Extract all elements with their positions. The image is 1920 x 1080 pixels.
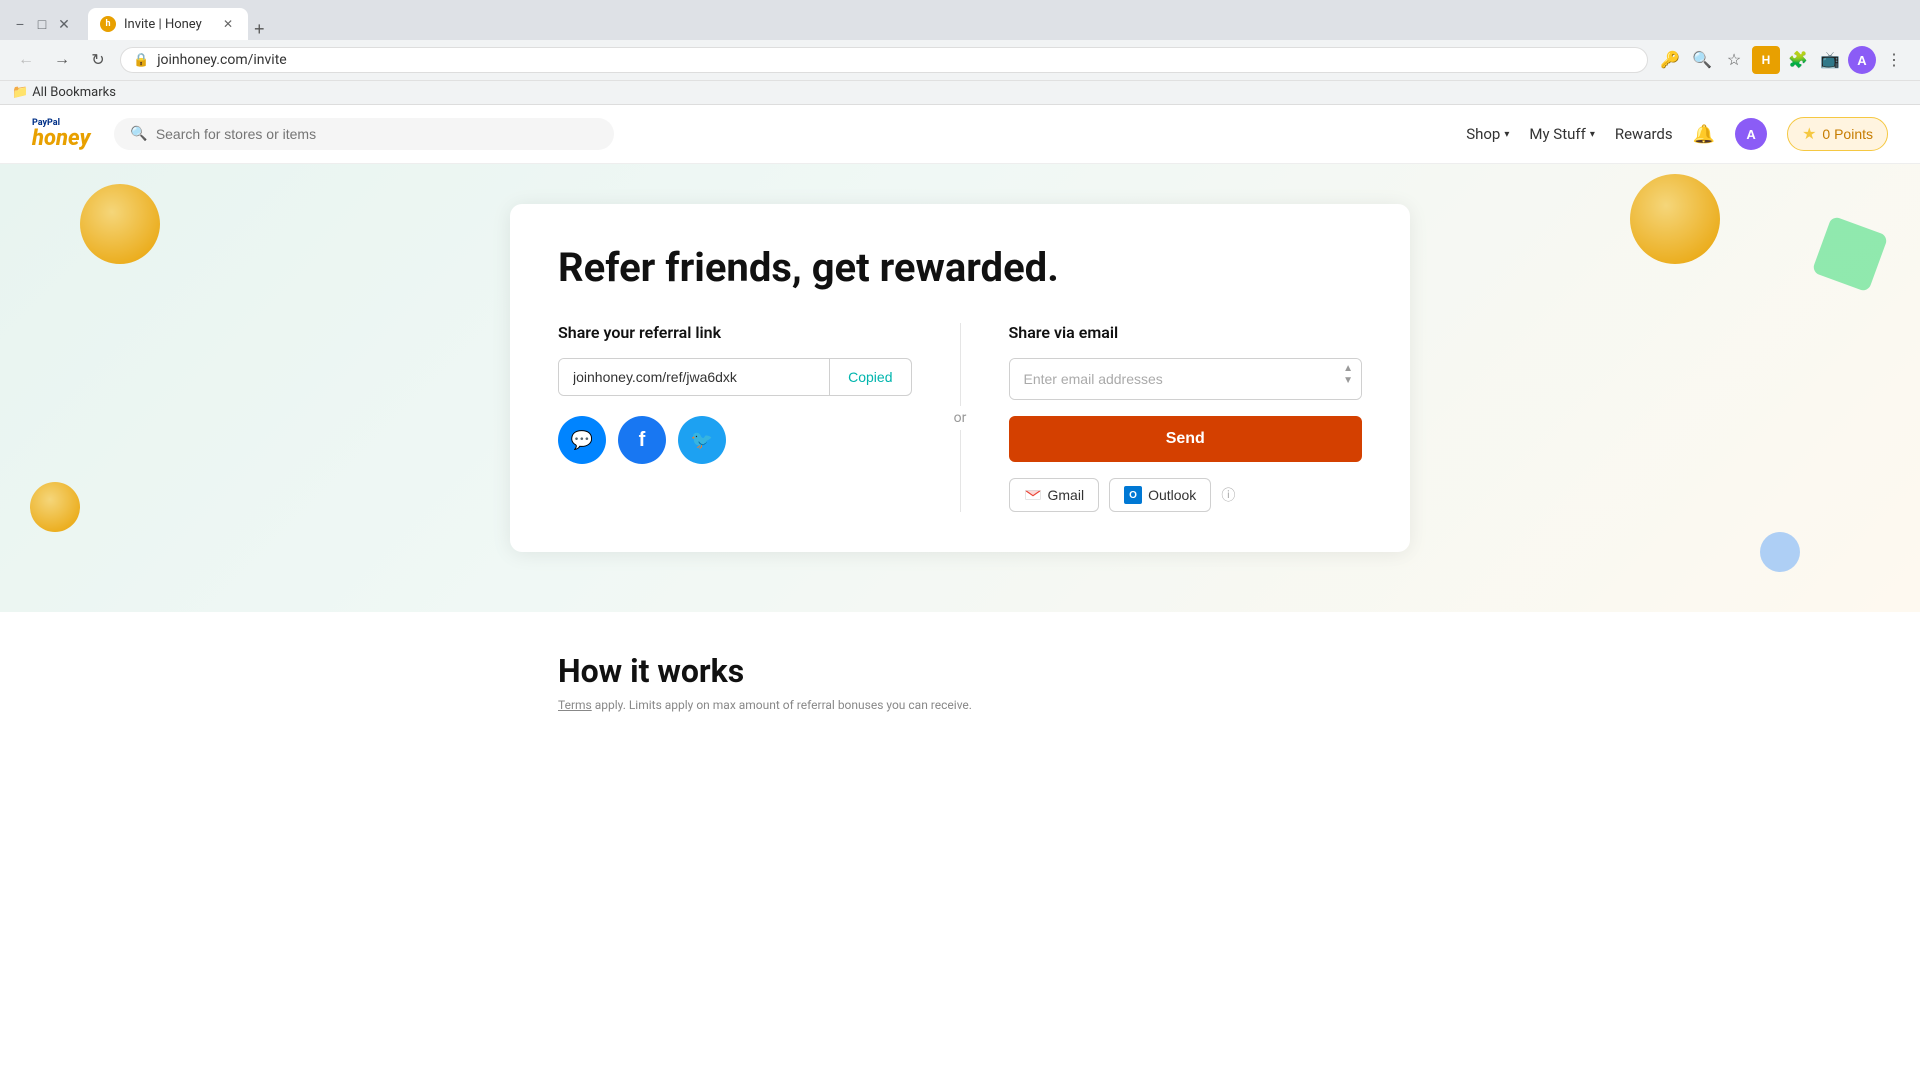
- tab-bar: h Invite | Honey ✕ +: [88, 8, 1908, 40]
- mystuff-chevron-icon: ▾: [1590, 129, 1595, 140]
- active-tab[interactable]: h Invite | Honey ✕: [88, 8, 248, 40]
- gmail-icon: [1024, 486, 1042, 504]
- honey-logo[interactable]: PayPal honey: [32, 119, 90, 150]
- deco-circle: [1760, 532, 1800, 572]
- browser-chrome: − □ ✕ h Invite | Honey ✕ + ← → ↻ 🔒 joinh…: [0, 0, 1920, 105]
- profile-button[interactable]: A: [1848, 46, 1876, 74]
- user-avatar-button[interactable]: A: [1735, 118, 1767, 150]
- nav-actions: Shop ▾ My Stuff ▾ Rewards 🔔 A ★ 0 Points: [1466, 117, 1888, 151]
- how-it-works-section: How it works Terms apply. Limits apply o…: [510, 612, 1410, 732]
- coin-decoration-3: [1630, 174, 1720, 264]
- share-sections-wrapper: Share your referral link Copied 💬 f: [558, 323, 1362, 512]
- tab-close-button[interactable]: ✕: [220, 16, 236, 32]
- coin-decoration-2: [30, 482, 80, 532]
- shop-chevron-icon: ▾: [1504, 129, 1509, 140]
- email-options: Gmail O Outlook ⓘ: [1009, 478, 1363, 512]
- page-wrapper: PayPal honey 🔍 Shop ▾ My Stuff ▾ Rewards…: [0, 105, 1920, 885]
- lock-icon: 🔒: [133, 53, 149, 68]
- menu-icon[interactable]: ⋮: [1880, 46, 1908, 74]
- zoom-icon[interactable]: 🔍: [1688, 46, 1716, 74]
- share-link-section: Share your referral link Copied 💬 f: [558, 323, 961, 512]
- social-icons: 💬 f 🐦: [558, 416, 912, 464]
- twitter-share-button[interactable]: 🐦: [678, 416, 726, 464]
- key-icon[interactable]: 🔑: [1656, 46, 1684, 74]
- shop-link[interactable]: Shop ▾: [1466, 125, 1509, 143]
- referral-url-input[interactable]: [559, 359, 829, 395]
- star-icon[interactable]: ☆: [1720, 46, 1748, 74]
- copy-button[interactable]: Copied: [829, 359, 910, 395]
- gmail-label: Gmail: [1048, 487, 1085, 503]
- bookmarks-label[interactable]: All Bookmarks: [32, 85, 116, 100]
- terms-note-text: apply. Limits apply on max amount of ref…: [595, 698, 972, 712]
- reload-button[interactable]: ↻: [84, 46, 112, 74]
- points-button[interactable]: ★ 0 Points: [1787, 117, 1888, 151]
- share-email-section: Share via email ▲ ▼ Send: [961, 323, 1363, 512]
- close-button[interactable]: ✕: [56, 16, 72, 32]
- search-icon: 🔍: [130, 126, 147, 142]
- email-scroll-buttons: ▲ ▼: [1343, 363, 1353, 387]
- gmail-button[interactable]: Gmail: [1009, 478, 1100, 512]
- twitter-icon: 🐦: [691, 430, 713, 451]
- new-tab-button[interactable]: +: [254, 19, 265, 40]
- referral-card: Refer friends, get rewarded. Share your …: [510, 204, 1410, 552]
- honey-navbar: PayPal honey 🔍 Shop ▾ My Stuff ▾ Rewards…: [0, 105, 1920, 164]
- points-star-icon: ★: [1802, 124, 1816, 144]
- tab-favicon: h: [100, 16, 116, 32]
- honey-label: honey: [32, 128, 90, 150]
- share-email-title: Share via email: [1009, 323, 1363, 342]
- extensions-icon[interactable]: 🧩: [1784, 46, 1812, 74]
- address-bar[interactable]: 🔒 joinhoney.com/invite: [120, 47, 1648, 73]
- referral-link-row: Copied: [558, 358, 912, 396]
- bookmarks-folder-icon: 📁: [12, 85, 28, 100]
- send-button[interactable]: Send: [1009, 416, 1363, 462]
- back-button[interactable]: ←: [12, 46, 40, 74]
- outlook-label: Outlook: [1148, 487, 1196, 503]
- email-scroll-down-button[interactable]: ▼: [1343, 375, 1353, 387]
- extension-honey-icon[interactable]: H: [1752, 46, 1780, 74]
- card-title: Refer friends, get rewarded.: [558, 244, 1362, 291]
- facebook-share-button[interactable]: f: [618, 416, 666, 464]
- rewards-link[interactable]: Rewards: [1615, 125, 1673, 143]
- deco-rect: [1812, 216, 1889, 293]
- window-controls: − □ ✕: [12, 16, 72, 32]
- info-icon[interactable]: ⓘ: [1221, 485, 1235, 505]
- forward-button[interactable]: →: [48, 46, 76, 74]
- notification-bell-button[interactable]: 🔔: [1693, 124, 1715, 145]
- search-input[interactable]: [156, 126, 599, 142]
- bookmarks-bar: 📁 All Bookmarks: [0, 80, 1920, 104]
- coin-decoration-1: [80, 184, 160, 264]
- address-bar-row: ← → ↻ 🔒 joinhoney.com/invite 🔑 🔍 ☆ H 🧩 📺…: [0, 40, 1920, 80]
- email-input-wrapper: ▲ ▼: [1009, 358, 1363, 400]
- tab-label: Invite | Honey: [124, 17, 212, 32]
- page-hero: Refer friends, get rewarded. Share your …: [0, 164, 1920, 612]
- facebook-icon: f: [639, 429, 646, 452]
- messenger-icon: 💬: [571, 430, 593, 451]
- title-bar: − □ ✕ h Invite | Honey ✕ +: [0, 0, 1920, 40]
- minimize-button[interactable]: −: [12, 16, 28, 32]
- url-display: joinhoney.com/invite: [157, 52, 1635, 68]
- email-scroll-up-button[interactable]: ▲: [1343, 363, 1353, 375]
- maximize-button[interactable]: □: [34, 16, 50, 32]
- email-input[interactable]: [1010, 359, 1362, 399]
- or-divider: or: [948, 406, 973, 430]
- how-title: How it works: [558, 652, 1362, 690]
- outlook-icon: O: [1124, 486, 1142, 504]
- browser-actions: 🔑 🔍 ☆ H 🧩 📺 A ⋮: [1656, 46, 1908, 74]
- messenger-share-button[interactable]: 💬: [558, 416, 606, 464]
- terms-link[interactable]: Terms: [558, 698, 592, 712]
- points-label: 0 Points: [1822, 126, 1873, 142]
- search-bar[interactable]: 🔍: [114, 118, 614, 150]
- mystuff-link[interactable]: My Stuff ▾: [1529, 125, 1594, 143]
- cast-icon[interactable]: 📺: [1816, 46, 1844, 74]
- share-link-title: Share your referral link: [558, 323, 912, 342]
- terms-note: Terms apply. Limits apply on max amount …: [558, 698, 1362, 712]
- outlook-button[interactable]: O Outlook: [1109, 478, 1211, 512]
